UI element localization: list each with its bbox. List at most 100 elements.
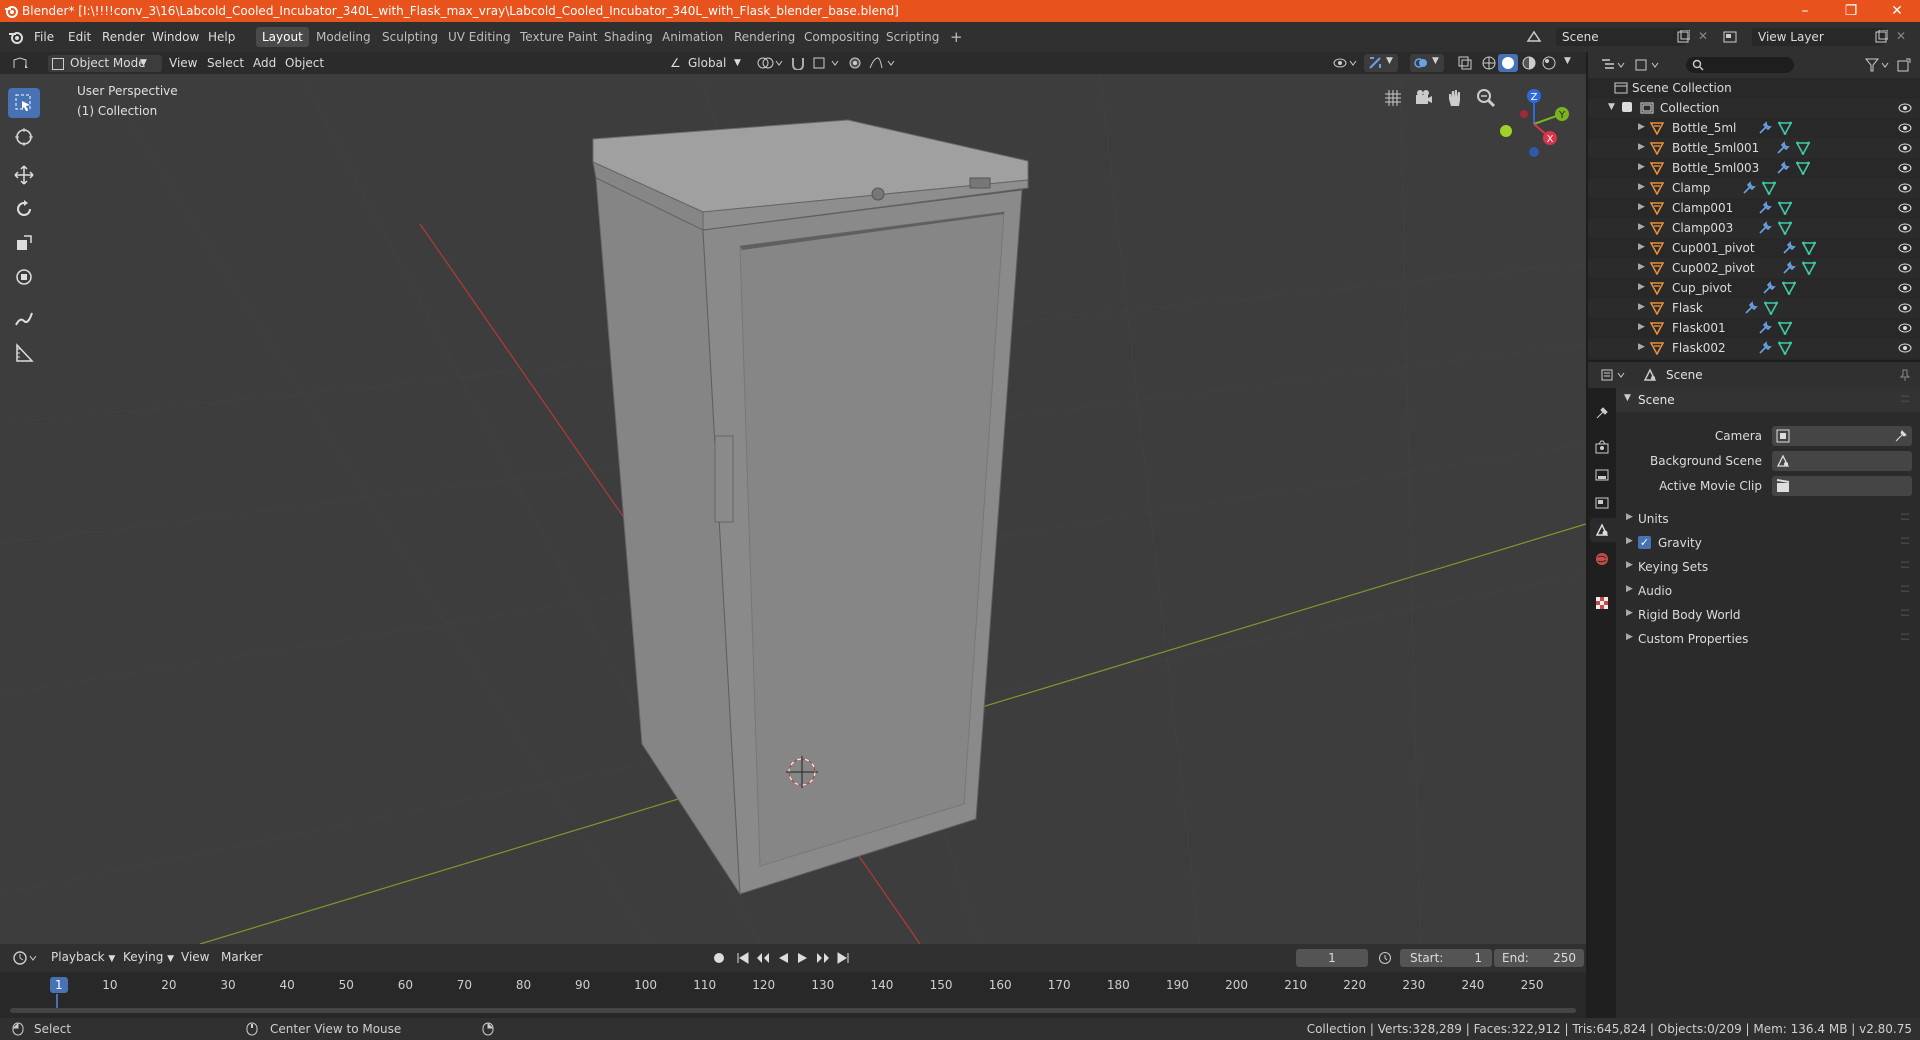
measure-tool[interactable] xyxy=(8,338,40,368)
material-preview-icon[interactable] xyxy=(1522,56,1536,70)
tab-shading[interactable]: Shading xyxy=(598,27,659,47)
menu-help[interactable]: Help xyxy=(208,30,235,44)
maximize-button[interactable]: ❐ xyxy=(1828,0,1874,22)
view-layer-field[interactable]: View Layer xyxy=(1752,28,1884,46)
collapsed-section[interactable]: ▶:::: Audio xyxy=(1616,580,1920,602)
zoom-icon[interactable] xyxy=(1476,88,1496,108)
scene-selector-icon[interactable] xyxy=(1526,29,1542,45)
outliner-row-scene-collection[interactable]: Scene Collection xyxy=(1588,78,1920,98)
collapsed-section[interactable]: ▶:::: Keying Sets xyxy=(1616,556,1920,578)
chevron-right-icon[interactable]: ▶ xyxy=(1638,142,1645,152)
modifier-wrench-icon[interactable] xyxy=(1782,261,1796,275)
collapsed-section[interactable]: ▶:::: Custom Properties xyxy=(1616,628,1920,650)
timeline-view-menu[interactable]: View xyxy=(176,949,214,966)
filter-icon[interactable] xyxy=(1864,57,1892,73)
new-scene-icon[interactable] xyxy=(1676,30,1690,44)
drag-handle-icon[interactable]: :::: xyxy=(1900,533,1910,547)
mesh-data-icon[interactable] xyxy=(1778,201,1792,215)
outliner-row-object[interactable]: ▶ Bottle_5ml003 xyxy=(1588,158,1920,178)
outliner-row-object[interactable]: ▶ Clamp001 xyxy=(1588,198,1920,218)
end-frame-field[interactable]: End: 250 xyxy=(1494,949,1584,967)
shading-options-chevron-icon[interactable]: ▼ xyxy=(1564,56,1571,66)
display-mode-icon[interactable] xyxy=(1634,57,1662,73)
chevron-right-icon[interactable]: ▶ xyxy=(1638,222,1645,232)
chevron-right-icon[interactable]: ▶ xyxy=(1638,302,1645,312)
chevron-down-icon[interactable]: ▼ xyxy=(1608,102,1615,112)
play-reverse-icon[interactable] xyxy=(776,951,790,965)
door-handle[interactable] xyxy=(714,435,734,523)
modifier-wrench-icon[interactable] xyxy=(1776,161,1790,175)
drag-handle-icon[interactable]: :::: xyxy=(1900,391,1910,405)
outliner-row-object[interactable]: ▶ Clamp003 xyxy=(1588,218,1920,238)
move-tool[interactable] xyxy=(8,160,40,190)
drag-handle-icon[interactable]: :::: xyxy=(1900,605,1910,619)
timeline-body[interactable]: 1 10 20 30 40 50 60 70 80 90 100 110 120 130 140 150 160… xyxy=(0,972,1586,1018)
overlays-toggle[interactable]: ▼ xyxy=(1410,54,1444,72)
navigation-gizmo[interactable]: Z Y X xyxy=(1494,84,1574,164)
record-icon[interactable] xyxy=(712,951,726,965)
texture-properties-icon[interactable] xyxy=(1595,596,1609,610)
camera-view-icon[interactable] xyxy=(1414,88,1434,108)
mesh-data-icon[interactable] xyxy=(1782,281,1796,295)
world-properties-icon[interactable] xyxy=(1595,552,1609,566)
proportional-edit-icon[interactable] xyxy=(848,56,862,70)
view-layer-icon[interactable] xyxy=(1722,29,1738,45)
annotate-tool[interactable] xyxy=(8,304,40,334)
blender-menu-icon[interactable] xyxy=(8,30,24,44)
scale-tool[interactable] xyxy=(8,228,40,258)
visibility-eye-icon[interactable] xyxy=(1898,303,1912,313)
tool-settings-icon[interactable] xyxy=(1595,406,1609,420)
new-view-layer-icon[interactable] xyxy=(1874,30,1888,44)
outliner-row-object[interactable]: ▶ Flask002 xyxy=(1588,338,1920,358)
menu-object[interactable]: Object xyxy=(280,55,329,72)
cursor-tool[interactable] xyxy=(8,122,40,152)
chevron-right-icon[interactable]: ▶ xyxy=(1638,322,1645,332)
playhead-line[interactable] xyxy=(56,994,58,1008)
eyedropper-icon[interactable] xyxy=(1894,429,1908,443)
snap-target-icon[interactable] xyxy=(812,56,842,70)
visibility-eye-icon[interactable] xyxy=(1898,283,1912,293)
tab-compositing[interactable]: Compositing xyxy=(798,27,885,47)
menu-view[interactable]: View xyxy=(164,55,202,72)
tab-rendering[interactable]: Rendering xyxy=(728,27,801,47)
property-field[interactable] xyxy=(1772,426,1912,446)
property-field[interactable] xyxy=(1772,476,1912,496)
visibility-eye-icon[interactable] xyxy=(1898,163,1912,173)
visibility-eye-icon[interactable] xyxy=(1898,143,1912,153)
solid-shading-button[interactable] xyxy=(1498,54,1518,72)
gizmo-toggle[interactable]: ▼ xyxy=(1364,54,1398,72)
outliner-row-object[interactable]: ▶ Cup001_pivot xyxy=(1588,238,1920,258)
modifier-wrench-icon[interactable] xyxy=(1742,181,1756,195)
mesh-data-icon[interactable] xyxy=(1796,161,1810,175)
menu-edit[interactable]: Edit xyxy=(68,30,91,44)
delete-scene-icon[interactable]: ✕ xyxy=(1698,29,1708,43)
transform-tool[interactable] xyxy=(8,262,40,292)
tab-uv-editing[interactable]: UV Editing xyxy=(442,27,517,47)
current-frame-field[interactable]: 1 xyxy=(1296,949,1368,967)
jump-keyframe-back-icon[interactable] xyxy=(756,951,770,965)
chevron-right-icon[interactable]: ▶ xyxy=(1638,162,1645,172)
mesh-data-icon[interactable] xyxy=(1802,241,1816,255)
transform-orientation-dropdown[interactable]: ∠ Global ▼ xyxy=(668,55,756,72)
mesh-data-icon[interactable] xyxy=(1778,321,1792,335)
drag-handle-icon[interactable]: :::: xyxy=(1900,581,1910,595)
output-properties-icon[interactable] xyxy=(1595,468,1609,482)
close-button[interactable]: ✕ xyxy=(1874,0,1920,22)
tab-scripting[interactable]: Scripting xyxy=(880,27,945,47)
chevron-right-icon[interactable]: ▶ xyxy=(1638,122,1645,132)
snap-icon[interactable] xyxy=(790,56,806,70)
keying-menu[interactable]: Keying ▼ xyxy=(118,949,179,966)
jump-end-icon[interactable] xyxy=(836,951,850,965)
current-frame-marker[interactable]: 1 xyxy=(50,977,68,993)
visibility-eye-icon[interactable] xyxy=(1898,183,1912,193)
chevron-right-icon[interactable]: ▶ xyxy=(1638,202,1645,212)
drag-handle-icon[interactable]: :::: xyxy=(1900,629,1910,643)
visibility-eye-icon[interactable] xyxy=(1898,103,1912,113)
toggle-view-grid-icon[interactable] xyxy=(1383,88,1403,108)
visibility-eye-icon[interactable] xyxy=(1898,123,1912,133)
visibility-eye-icon[interactable] xyxy=(1898,263,1912,273)
outliner-editor-type-icon[interactable] xyxy=(1600,57,1628,73)
selectability-visibility-icon[interactable] xyxy=(1332,56,1360,70)
visibility-eye-icon[interactable] xyxy=(1898,203,1912,213)
mesh-data-icon[interactable] xyxy=(1796,141,1810,155)
